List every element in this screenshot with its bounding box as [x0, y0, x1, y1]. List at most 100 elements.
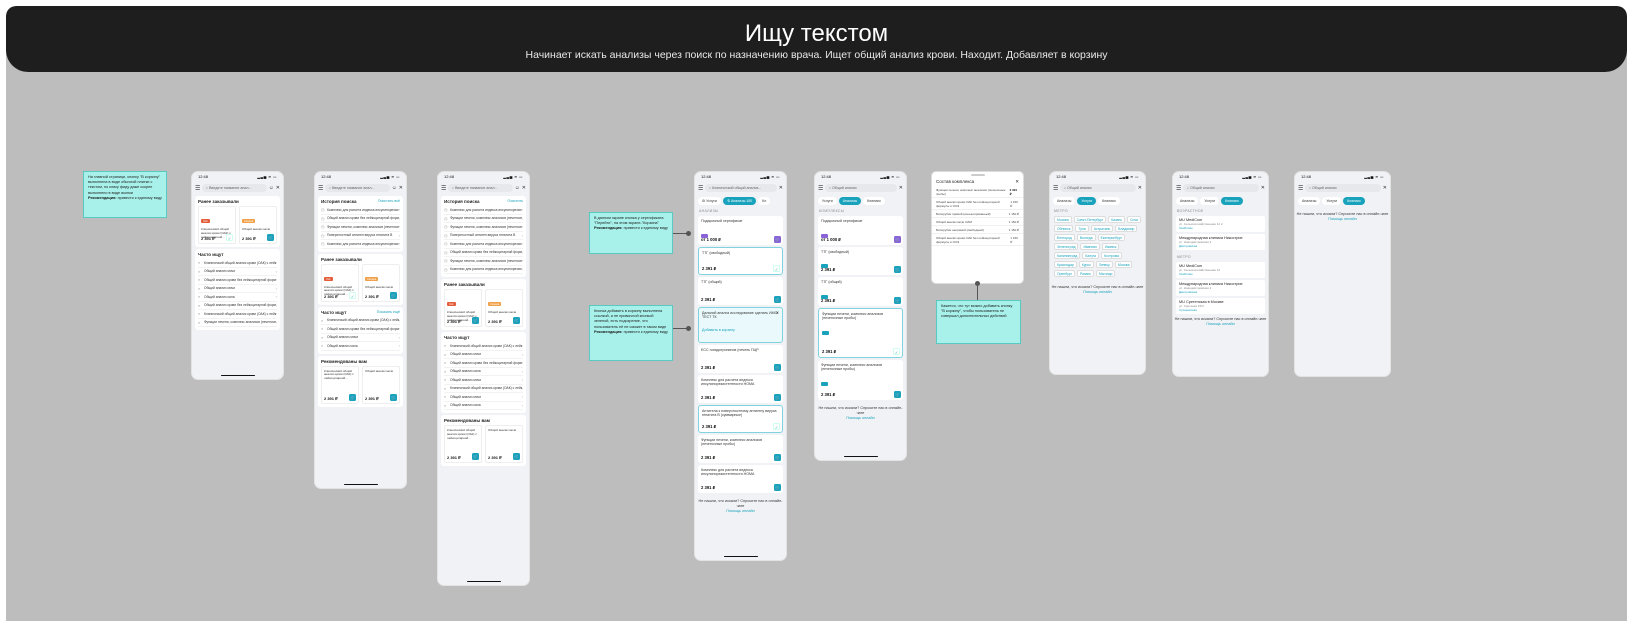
menu-icon[interactable]: ☰: [318, 185, 323, 192]
product-card[interactable]: Хит Клинический общий анализ крови (ОАК)…: [444, 289, 482, 327]
help-online-link[interactable]: Помощь онлайн: [1050, 290, 1145, 295]
product-card[interactable]: Скидка Общий анализ мочи 2 391 ₽ 🛒: [362, 263, 400, 302]
product-card[interactable]: Общий анализ мочи 2 391 ₽ 🛒: [485, 425, 523, 463]
result-card[interactable]: Антитела к поверхностному антигену вирус…: [698, 404, 783, 433]
city-chip[interactable]: Казань: [1108, 216, 1126, 223]
list-item[interactable]: ⌕ Общий анализ крови без лейкоцитарной фо…: [444, 359, 523, 368]
tab-clinics[interactable]: Кл: [758, 197, 771, 205]
list-item[interactable]: ⌕ Общий анализ крови без лейкоцитарной фо…: [198, 302, 277, 310]
menu-icon[interactable]: ☰: [1298, 185, 1303, 192]
search-input[interactable]: ⌕ Общий анализ: [1305, 184, 1381, 192]
cart-icon[interactable]: 🛒: [513, 317, 520, 324]
history-item[interactable]: ◷ Комплекс для расчета индекса инсулиноре…: [321, 206, 400, 215]
city-chip[interactable]: Санкт-Петербург: [1073, 216, 1107, 223]
search-input[interactable]: ⌕ Общий анализ: [1060, 184, 1136, 192]
result-card[interactable]: ТТГ (общий) 2 391 ₽ 🛒: [818, 277, 903, 306]
city-chip[interactable]: Москва: [1054, 216, 1072, 223]
cart-added-icon[interactable]: ✓: [893, 347, 900, 355]
close-icon[interactable]: ✕: [399, 185, 403, 191]
clear-history-link[interactable]: Очистить: [507, 199, 523, 204]
history-item[interactable]: ◷ Функции печени, комплекс анализов (пече…: [444, 215, 523, 223]
drag-handle[interactable]: [970, 174, 985, 176]
clinic-item[interactable]: MU MediCom ул. Сельскохозяйственная 12 Сви…: [1176, 262, 1265, 278]
city-chip[interactable]: Обнинск: [1054, 225, 1074, 232]
list-item[interactable]: ⌕ Общий анализ мочи ›: [198, 268, 277, 276]
tab-analyses[interactable]: ⚗ Анализы 100: [722, 197, 757, 205]
search-input[interactable]: ⌕ Клинический общий анализ...: [705, 184, 777, 192]
product-card[interactable]: Общий анализ мочи 2 391 ₽ 🛒: [362, 365, 400, 404]
cart-added-icon[interactable]: ✓: [773, 264, 780, 272]
history-item[interactable]: ◷ Комплекс для расчета индекса инсулиноре…: [444, 240, 523, 249]
menu-icon[interactable]: ☰: [818, 185, 823, 192]
cart-icon[interactable]: 🛒: [774, 393, 781, 401]
city-chip[interactable]: Иваново: [1080, 243, 1100, 250]
list-item[interactable]: ⌕ Общий анализ мочи ›: [198, 285, 277, 293]
tab-clinics[interactable]: Клиники: [863, 197, 885, 205]
city-chip[interactable]: Кострома: [1100, 252, 1123, 259]
cart-icon[interactable]: 🛒: [349, 393, 356, 401]
close-icon[interactable]: ✕: [1261, 185, 1265, 191]
help-online-link[interactable]: Помощь онлайн: [1295, 217, 1390, 222]
product-card[interactable]: Скидка Общий анализ мочи 2 391 ₽ 🛒: [485, 289, 523, 327]
history-item[interactable]: ◷ Комплекс для расчета индекса инсулиноре…: [321, 240, 400, 249]
list-item[interactable]: ⌕ Клинический общий анализ крови (ОАК) с …: [444, 342, 523, 351]
list-item[interactable]: ⌕ Общий анализ мочи ›: [444, 351, 523, 359]
history-item[interactable]: ◷ Общий анализ крови без лейкоцитарной фо…: [444, 249, 523, 257]
cart-icon[interactable]: 🛒: [472, 453, 479, 460]
cart-icon[interactable]: 🛒: [774, 235, 781, 243]
tab-analyses[interactable]: Анализы: [838, 197, 862, 205]
cart-icon[interactable]: 🛒: [774, 483, 781, 491]
tab-services[interactable]: Услуги: [1322, 197, 1342, 205]
cart-icon[interactable]: 🛒: [774, 453, 781, 461]
add-to-cart-link[interactable]: Добавить в корзину: [702, 328, 779, 333]
profile-icon[interactable]: ☺: [269, 185, 274, 191]
product-card[interactable]: Хит Клинический общий анализ крови (ОАК)…: [321, 263, 359, 302]
search-input[interactable]: ⌕ Введите название анал...: [202, 184, 267, 192]
menu-icon[interactable]: ☰: [441, 185, 446, 192]
clinic-item[interactable]: Международная клиника Никострие ул. Новод…: [1176, 280, 1265, 296]
list-item[interactable]: ⌕ Общий анализ мочи ›: [321, 334, 400, 342]
result-card[interactable]: Комплекс для расчета индекса инсулинорез…: [698, 374, 783, 403]
list-item[interactable]: ⌕ Функции печени, комплекс анализов (пече…: [198, 319, 277, 327]
profile-icon[interactable]: ☺: [515, 185, 520, 191]
cart-added-icon[interactable]: ✓: [773, 422, 780, 430]
city-chip[interactable]: Ижевск: [1101, 243, 1120, 250]
city-chip[interactable]: Екатеринбург: [1097, 234, 1125, 241]
city-chip[interactable]: Тула: [1075, 225, 1089, 232]
result-card[interactable]: ТТГ (свободный) 2 391 ₽ ✓: [698, 246, 783, 275]
menu-icon[interactable]: ☰: [195, 185, 200, 192]
search-input[interactable]: ⌕ Общий анализ: [1183, 184, 1259, 192]
cart-icon[interactable]: 🛒: [774, 363, 781, 371]
result-card[interactable]: Функции печени, комплекс анализов (печен…: [698, 434, 783, 463]
profile-icon[interactable]: ☺: [392, 185, 397, 191]
cart-icon[interactable]: 🛒: [267, 234, 274, 241]
history-item[interactable]: ◷ Поверхностный антиген вируса гепатита В…: [321, 232, 400, 240]
close-icon[interactable]: ✕: [899, 185, 903, 191]
list-item[interactable]: ⌕ Общий анализ кала ›: [444, 402, 523, 410]
list-item[interactable]: ⌕ Общий анализ кала ›: [198, 293, 277, 302]
clinic-item[interactable]: MU Сретенская в Москве ул. Сретенка 15/3 С…: [1176, 298, 1265, 314]
cart-added-icon[interactable]: ✓: [226, 234, 233, 241]
list-item[interactable]: ⌕ Общий анализ мочи ›: [444, 376, 523, 385]
history-item[interactable]: ◷ Функции печени, комплекс анализов (пече…: [321, 223, 400, 232]
cart-icon[interactable]: 🛒: [513, 453, 520, 460]
cart-icon[interactable]: 🛒: [472, 317, 479, 324]
result-card[interactable]: Подарочный сертификат от 1 000 ₽ 🛒: [698, 216, 783, 245]
close-icon[interactable]: ✕: [776, 310, 779, 315]
cart-icon[interactable]: 🛒: [774, 295, 781, 303]
tab-services[interactable]: ⚙ Услуги: [698, 197, 721, 205]
help-online-link[interactable]: Помощь онлайн: [1173, 322, 1268, 327]
list-item[interactable]: ⌕ Общий анализ мочи ›: [444, 393, 523, 402]
cart-icon[interactable]: 🛒: [894, 296, 901, 304]
city-chip[interactable]: Мытищи: [1096, 270, 1116, 277]
tab-analyses[interactable]: Анализы: [1298, 197, 1321, 205]
tab-services[interactable]: Услуги: [1200, 197, 1220, 205]
result-card[interactable]: Функции печени, комплекс анализов (печен…: [818, 359, 903, 400]
tab-clinics[interactable]: Клиники: [1098, 197, 1120, 205]
clinic-item[interactable]: MU MediCom ул. Сельскохозяйственная 12 2С…: [1176, 216, 1265, 232]
city-chip[interactable]: Белгород: [1054, 234, 1075, 241]
menu-icon[interactable]: ☰: [698, 185, 703, 192]
cart-icon[interactable]: 🛒: [894, 235, 901, 243]
city-chip[interactable]: Рязань: [1076, 270, 1095, 277]
city-chip[interactable]: Москва: [1114, 261, 1133, 268]
